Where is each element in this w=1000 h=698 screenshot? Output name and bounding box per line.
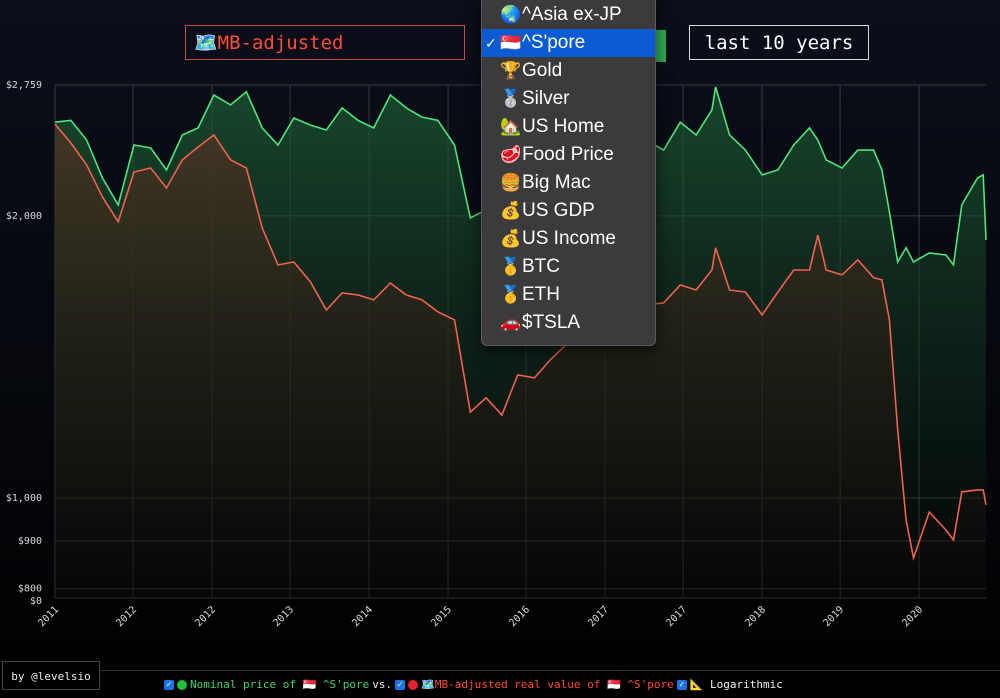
x-tick-label: 2015 [429, 604, 454, 629]
menu-item[interactable]: 🏡US Home [482, 113, 655, 141]
legend-real: 🗺️MB-adjusted real value of 🇸🇬 ^S'pore [421, 678, 674, 691]
x-axis: 2011 2012 2012 2013 2014 2015 2016 2017 2017 2018… [36, 604, 925, 629]
menu-item-label: ETH [522, 284, 560, 305]
menu-item[interactable]: ✓ 🇸🇬^S'pore [482, 29, 655, 57]
x-tick-label: 2017 [586, 604, 611, 629]
menu-item-label: $TSLA [522, 312, 581, 333]
asset-icon: 💰 [500, 201, 522, 220]
menu-item-label: ^S'pore [522, 32, 586, 53]
menu-item-label: ^Asia ex-JP [522, 4, 622, 25]
menu-item[interactable]: 🥇ETH [482, 281, 655, 309]
menu-item[interactable]: 🥩Food Price [482, 141, 655, 169]
legend-vs: vs. [372, 678, 393, 691]
asset-dropdown-menu: 🌏^Asia ex-JP ✓ 🇸🇬^S'pore 🏆Gold 🥈Silver 🏡US Ho… [481, 0, 656, 346]
menu-item-label: US Home [522, 116, 605, 137]
legend-nominal: Nominal price of 🇸🇬 ^S'pore [190, 678, 370, 691]
y-axis: $2,759 $2,000 $1,000 $900 $800$0 [6, 80, 42, 607]
x-tick-label: 2016 [507, 604, 532, 629]
x-tick-label: 2014 [350, 604, 375, 629]
nominal-checkbox[interactable]: ✓ [164, 679, 174, 690]
y-tick-label: $2,000 [6, 211, 42, 222]
x-tick-label: 2011 [36, 604, 61, 629]
menu-item[interactable]: 🚗$TSLA [482, 309, 655, 337]
adjustment-selector[interactable]: 🗺️MB-adjusted [185, 25, 465, 60]
menu-item-label: US Income [522, 228, 616, 249]
menu-item[interactable]: 💰US GDP [482, 197, 655, 225]
x-tick-label: 2020 [900, 604, 925, 629]
asset-icon: 🌏 [500, 5, 522, 24]
menu-item[interactable]: 🍔Big Mac [482, 169, 655, 197]
y-tick-label: $800 [18, 584, 42, 595]
menu-item-label: Gold [522, 60, 563, 81]
menu-item-label: Silver [522, 88, 570, 109]
menu-item[interactable]: 💰US Income [482, 225, 655, 253]
adjustment-label: MB-adjusted [217, 32, 344, 54]
check-icon: ✓ [485, 35, 497, 51]
asset-icon: 🇸🇬 [500, 33, 522, 52]
x-tick-label: 2019 [821, 604, 846, 629]
asset-icon: 🚗 [500, 313, 522, 332]
legend-log: 📐 Logarithmic [689, 678, 783, 691]
x-tick-label: 2018 [743, 604, 768, 629]
menu-item[interactable]: 🥇BTC [482, 253, 655, 281]
menu-item-label: Big Mac [522, 172, 591, 193]
x-tick-label: 2012 [193, 604, 218, 629]
red-dot-icon [408, 679, 419, 690]
x-tick-label: 2012 [114, 604, 139, 629]
asset-icon: 💰 [500, 229, 522, 248]
asset-icon: 🏆 [500, 61, 522, 80]
asset-icon: 🏡 [500, 117, 522, 136]
y-tick-label: $900 [18, 536, 42, 547]
menu-item-label: US GDP [522, 200, 595, 221]
y-tick-label: $2,759 [6, 80, 42, 91]
asset-icon: 🥈 [500, 89, 522, 108]
green-dot-icon [177, 679, 187, 690]
menu-item-label: Food Price [522, 144, 614, 165]
asset-icon: 🍔 [500, 173, 522, 192]
y-tick-label: $1,000 [6, 493, 42, 504]
asset-icon: 🥇 [500, 285, 522, 304]
x-tick-label: 2013 [271, 604, 296, 629]
asset-icon: 🥩 [500, 145, 522, 164]
divider [100, 670, 1000, 671]
menu-item-label: BTC [522, 256, 560, 277]
byline-link[interactable]: by @levelsio [2, 661, 100, 690]
time-range-selector[interactable]: last 10 years [689, 25, 869, 60]
x-tick-label: 2017 [664, 604, 689, 629]
real-checkbox[interactable]: ✓ [395, 679, 406, 690]
y-tick-label: $0 [30, 596, 42, 607]
map-icon: 🗺️ [194, 32, 218, 54]
legend: ✓ Nominal price of 🇸🇬 ^S'pore vs. ✓ 🗺️MB… [164, 678, 783, 691]
menu-item[interactable]: 🏆Gold [482, 57, 655, 85]
log-checkbox[interactable]: ✓ [676, 679, 687, 690]
menu-item[interactable]: 🥈Silver [482, 85, 655, 113]
menu-item[interactable]: 🌏^Asia ex-JP [482, 1, 655, 29]
asset-icon: 🥇 [500, 257, 522, 276]
